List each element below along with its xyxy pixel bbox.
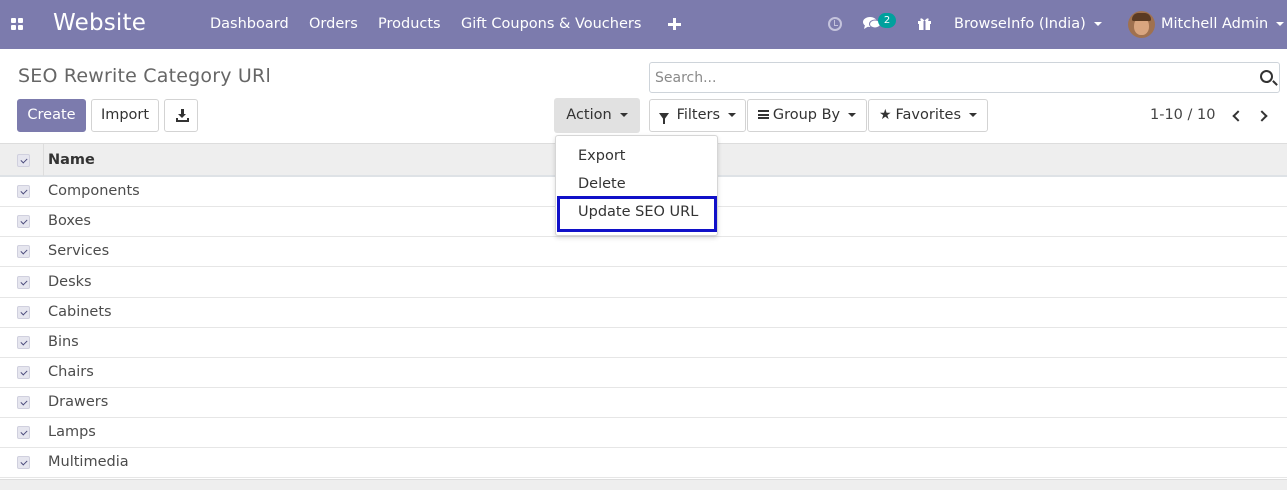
import-button[interactable]: Import [91,99,159,132]
row-checkbox[interactable] [17,396,30,409]
filter-icon [658,113,669,124]
row-name: Multimedia [48,454,129,470]
menu-item-delete[interactable]: Delete [578,176,626,192]
row-checkbox[interactable] [17,366,30,379]
user-name: Mitchell Admin [1161,16,1269,32]
action-button[interactable]: Action [554,98,640,133]
user-menu[interactable]: Mitchell Admin [1161,16,1285,32]
select-all-checkbox[interactable] [17,154,30,167]
table-row[interactable]: Bins [0,328,1287,358]
row-name: Boxes [48,213,91,229]
table-footer [0,479,1287,490]
row-name: Desks [48,274,92,290]
group-by-button[interactable]: Group By [747,99,867,132]
menu-gift-coupons[interactable]: Gift Coupons & Vouchers [461,16,641,32]
company-switcher[interactable]: BrowseInfo (India) [954,16,1102,32]
avatar[interactable] [1128,11,1155,38]
search-box [649,62,1280,93]
table-row[interactable]: Drawers [0,388,1287,418]
highlight-box [557,196,717,232]
row-name: Drawers [48,394,109,410]
search-input[interactable] [655,67,1245,89]
clock-icon[interactable] [828,17,842,31]
row-checkbox[interactable] [17,215,30,228]
menu-products[interactable]: Products [378,16,441,32]
column-header-name[interactable]: Name [48,152,95,168]
table-row[interactable]: Chairs [0,358,1287,388]
gift-icon[interactable] [917,16,932,31]
menu-orders[interactable]: Orders [309,16,358,32]
row-checkbox[interactable] [17,185,30,198]
chevron-down-icon [848,113,857,117]
select-all-cell [0,144,44,176]
bars-icon [757,110,769,119]
chevron-right-icon [1256,110,1268,122]
row-name: Lamps [48,424,96,440]
download-icon [176,109,189,122]
star-icon: ★ [878,107,892,123]
row-checkbox[interactable] [17,306,30,319]
chevron-down-icon [619,113,628,117]
pager-previous-button[interactable] [1231,110,1244,122]
row-checkbox[interactable] [17,276,30,289]
export-all-button[interactable] [164,99,198,132]
app-brand[interactable]: Website [53,10,146,36]
menu-item-export[interactable]: Export [578,148,625,164]
chevron-down-icon [969,113,978,117]
row-checkbox[interactable] [17,336,30,349]
row-name: Bins [48,334,79,350]
table-row[interactable]: Cabinets [0,298,1287,328]
create-button[interactable]: Create [17,99,86,132]
chevron-left-icon [1232,110,1244,122]
company-name: BrowseInfo (India) [954,16,1086,32]
table-row[interactable]: Lamps [0,418,1287,448]
row-name: Components [48,183,140,199]
action-label: Action [566,107,612,123]
table-row[interactable]: Multimedia [0,448,1287,478]
group-by-label: Group By [772,107,841,123]
menu-dashboard[interactable]: Dashboard [210,16,289,32]
row-name: Cabinets [48,304,112,320]
apps-menu-icon[interactable] [11,18,25,32]
chevron-down-icon [1093,22,1102,26]
row-name: Chairs [48,364,94,380]
top-navbar: Website Dashboard Orders Products Gift C… [0,0,1287,49]
row-checkbox[interactable] [17,426,30,439]
filters-button[interactable]: Filters [649,99,746,132]
plus-icon[interactable] [668,17,681,31]
chevron-down-icon [728,113,737,117]
row-name: Services [48,243,110,259]
favorites-label: Favorites [895,107,962,123]
favorites-button[interactable]: ★ Favorites [868,99,988,132]
table-row[interactable]: Services [0,237,1287,267]
pager-value[interactable]: 1-10 / 10 [1150,107,1215,123]
row-checkbox[interactable] [17,245,30,258]
search-icon[interactable] [1260,70,1273,83]
row-checkbox[interactable] [17,456,30,469]
filters-label: Filters [676,107,721,123]
chevron-down-icon [1276,22,1285,26]
pager-next-button[interactable] [1256,110,1269,122]
chat-count-badge: 2 [878,13,896,28]
page-title: SEO Rewrite Category URl [18,65,271,87]
table-row[interactable]: Desks [0,268,1287,298]
